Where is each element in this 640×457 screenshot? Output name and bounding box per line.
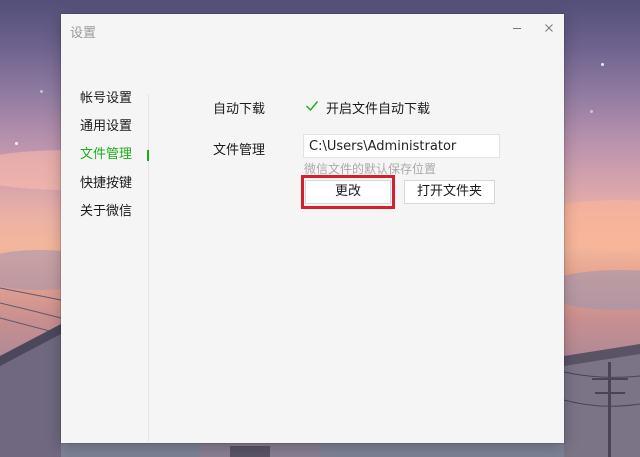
minimize-button[interactable] xyxy=(509,20,525,36)
storage-path-hint: 微信文件的默认保存位置 xyxy=(304,162,437,176)
change-path-button[interactable]: 更改 xyxy=(305,180,391,204)
file-storage-label: 文件管理 xyxy=(213,143,266,158)
active-item-indicator xyxy=(147,150,149,161)
close-button[interactable] xyxy=(541,20,557,36)
check-icon xyxy=(306,101,319,112)
close-icon xyxy=(545,24,553,32)
sidebar-item-about[interactable]: 关于微信 xyxy=(80,201,132,223)
title-bar: 设置 xyxy=(61,14,564,46)
sidebar-item-account[interactable]: 帐号设置 xyxy=(80,88,132,110)
auto-download-checkbox[interactable] xyxy=(305,98,319,112)
auto-download-option-label[interactable]: 开启文件自动下载 xyxy=(326,98,430,117)
open-folder-button[interactable]: 打开文件夹 xyxy=(404,180,495,204)
window-title: 设置 xyxy=(70,26,97,41)
auto-download-label: 自动下载 xyxy=(213,102,266,117)
storage-path-field[interactable] xyxy=(303,134,500,158)
sidebar-divider xyxy=(148,94,149,442)
sidebar-item-file-management[interactable]: 文件管理 xyxy=(80,144,132,166)
settings-window: 设置 帐号设置 通用设置 文件管理 快捷按键 关于微信 自动下载 开启文件自动下… xyxy=(61,14,564,443)
sidebar-item-shortcuts[interactable]: 快捷按键 xyxy=(80,173,132,195)
minimize-icon xyxy=(513,28,521,29)
sidebar-item-general[interactable]: 通用设置 xyxy=(80,116,132,138)
